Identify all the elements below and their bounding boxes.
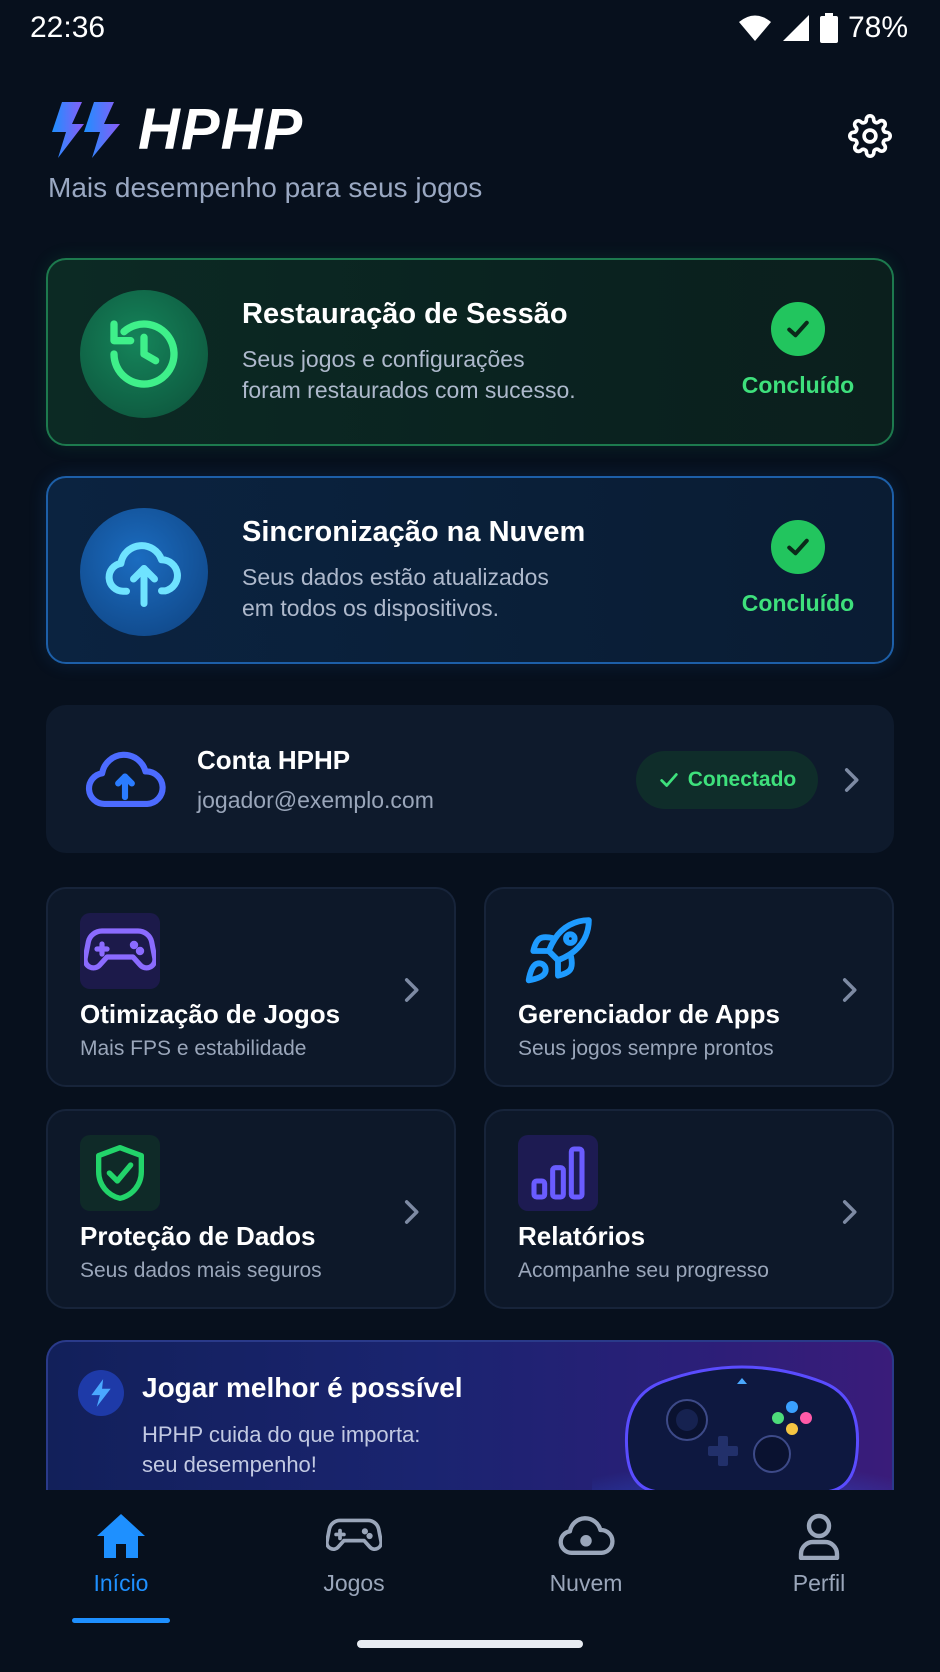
home-icon	[97, 1514, 145, 1558]
status-time: 22:36	[30, 11, 106, 44]
sync-card-title: Sincronização na Nuvem	[242, 516, 586, 548]
gamepad-icon	[84, 928, 156, 971]
app-name: HPHP	[138, 97, 304, 162]
signal-icon	[782, 15, 809, 41]
nav-label: Nuvem	[549, 1570, 623, 1596]
tile-app-manager[interactable]: Gerenciador de Apps Seus jogos sempre pr…	[484, 887, 894, 1087]
tile-reports[interactable]: Relatórios Acompanhe seu progresso	[484, 1109, 894, 1309]
gamepad-icon	[326, 1518, 382, 1551]
account-card[interactable]: Conta HPHP jogador@exemplo.com Conectado	[46, 705, 894, 853]
tile-icon-badge	[518, 913, 598, 989]
tile-title: Proteção de Dados	[80, 1221, 316, 1251]
tile-subtitle: Acompanhe seu progresso	[518, 1259, 769, 1282]
status-bar: 22:36 78%	[0, 0, 940, 56]
session-card-description: Seus jogos e configurações foram restaur…	[242, 346, 576, 403]
check-icon	[660, 773, 678, 787]
tile-icon-badge	[518, 1135, 598, 1211]
sync-card-description: Seus dados estão atualizados em todos os…	[242, 564, 549, 621]
tile-subtitle: Seus jogos sempre prontos	[518, 1037, 774, 1060]
chevron-right-icon	[842, 1200, 857, 1224]
session-status-label: Concluído	[741, 372, 855, 398]
shield-check-icon	[96, 1145, 144, 1201]
chevron-right-icon	[404, 978, 419, 1002]
connected-badge-label: Conectado	[687, 768, 797, 791]
wifi-icon	[738, 15, 771, 41]
lightning-icon	[78, 1370, 124, 1416]
tile-subtitle: Mais FPS e estabilidade	[80, 1037, 307, 1060]
tile-icon-badge	[80, 1135, 160, 1211]
sync-status: Concluído	[738, 520, 858, 617]
nav-label: Perfil	[792, 1570, 846, 1596]
active-tab-indicator	[72, 1618, 170, 1623]
history-icon	[110, 320, 178, 388]
nav-item-cloud[interactable]: Nuvem	[516, 1512, 656, 1612]
tile-game-optimization[interactable]: Otimização de Jogos Mais FPS e estabilid…	[46, 887, 456, 1087]
nav-item-profile[interactable]: Perfil	[749, 1512, 889, 1612]
chevron-right-icon	[842, 978, 857, 1002]
rocket-icon	[525, 917, 592, 984]
session-status: Concluído	[738, 302, 858, 399]
status-icons: 78%	[738, 11, 908, 45]
logo-bolt-icon	[52, 102, 120, 158]
nav-label: Início	[93, 1570, 149, 1596]
bottom-navigation: Início Jogos Nuvem Perfil	[0, 1492, 940, 1672]
session-card-title: Restauração de Sessão	[242, 298, 568, 330]
bar-chart-icon	[531, 1146, 585, 1200]
nav-item-games[interactable]: Jogos	[284, 1512, 424, 1612]
account-email: jogador@exemplo.com	[197, 787, 434, 813]
battery-percent: 78%	[847, 11, 908, 44]
settings-button[interactable]	[846, 112, 894, 160]
check-circle-icon	[771, 302, 825, 356]
sync-status-label: Concluído	[741, 590, 855, 616]
controller-illustration	[592, 1365, 892, 1490]
account-title: Conta HPHP	[197, 745, 351, 775]
chevron-right-icon	[404, 1200, 419, 1224]
tile-icon-badge	[80, 913, 160, 989]
battery-icon	[819, 13, 838, 43]
nav-label: Jogos	[323, 1570, 385, 1596]
check-circle-icon	[771, 520, 825, 574]
chevron-right-icon[interactable]	[842, 767, 860, 793]
app-tagline: Mais desempenho para seus jogos	[48, 172, 483, 203]
tile-data-protection[interactable]: Proteção de Dados Seus dados mais seguro…	[46, 1109, 456, 1309]
app-header: HPHP Mais desempenho para seus jogos	[48, 100, 894, 210]
cloud-sync-card[interactable]: Sincronização na Nuvem Seus dados estão …	[46, 476, 894, 664]
app-logo: HPHP	[48, 100, 894, 160]
gear-icon	[848, 114, 892, 158]
session-icon-badge	[80, 290, 208, 418]
tile-subtitle: Seus dados mais seguros	[80, 1259, 322, 1282]
home-gesture-bar[interactable]	[357, 1640, 583, 1648]
sync-icon-badge	[80, 508, 208, 636]
connected-badge: Conectado	[636, 751, 818, 809]
user-icon	[798, 1513, 840, 1560]
tile-title: Relatórios	[518, 1221, 646, 1251]
cloud-account-icon	[85, 751, 166, 807]
cloud-upload-icon	[105, 542, 181, 607]
session-restore-card[interactable]: Restauração de Sessão Seus jogos e confi…	[46, 258, 894, 446]
nav-item-home[interactable]: Início	[51, 1512, 191, 1612]
tile-title: Otimização de Jogos	[80, 999, 341, 1029]
promo-text: HPHP cuida do que importa: seu desempenh…	[142, 1422, 421, 1477]
promo-title: Jogar melhor é possível	[142, 1372, 463, 1403]
promo-banner[interactable]: Jogar melhor é possível HPHP cuida do qu…	[46, 1340, 894, 1490]
tile-title: Gerenciador de Apps	[518, 999, 780, 1029]
cloud-icon	[558, 1516, 615, 1555]
